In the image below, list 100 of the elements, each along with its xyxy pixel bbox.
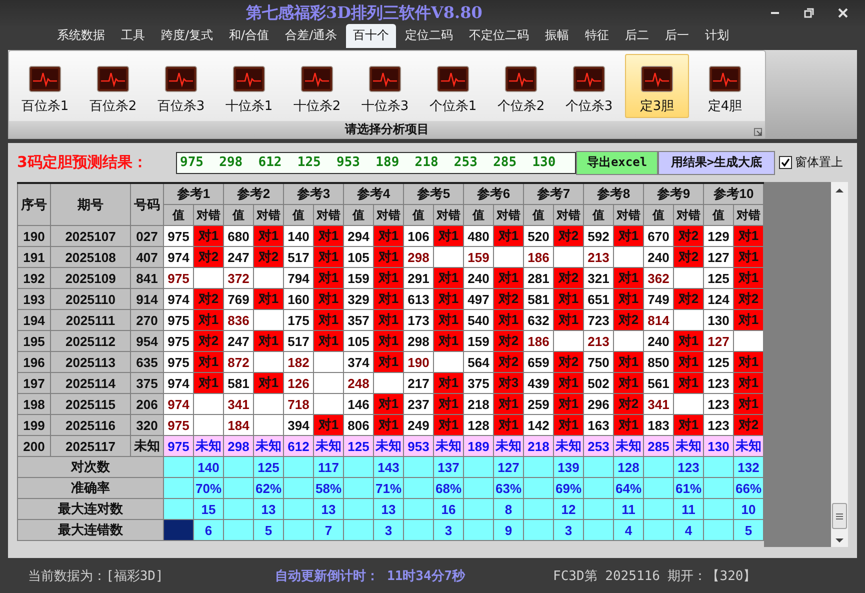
vertical-scrollbar[interactable] <box>831 182 848 547</box>
table-cell: 对1 <box>554 310 584 330</box>
table-cell: 对1 <box>494 414 524 436</box>
analysis-item-button[interactable]: 个位杀2 <box>489 54 553 118</box>
table-cell: 027 <box>130 226 164 246</box>
analysis-item-button[interactable]: 百位杀2 <box>81 54 145 118</box>
table-cell: 375 <box>130 372 164 394</box>
topmost-checkbox[interactable] <box>779 156 792 169</box>
table-cell: 对1 <box>434 226 464 246</box>
menu-tab[interactable]: 跨度/复式 <box>154 24 220 48</box>
table-cell: 对1 <box>254 288 284 310</box>
table-cell: 71% <box>374 478 404 498</box>
menu-tab[interactable]: 和/合值 <box>222 24 276 48</box>
table-cell: 192 <box>18 268 50 288</box>
table-cell: 对1 <box>674 414 704 436</box>
column-header: 对错 <box>314 204 344 226</box>
table-cell: 125 <box>254 456 284 478</box>
table-cell: 517 <box>284 330 314 352</box>
menu-tab[interactable]: 计划 <box>698 24 736 48</box>
table-cell: 对2 <box>674 226 704 246</box>
table-cell: 对1 <box>614 226 644 246</box>
table-cell: 对1 <box>194 226 224 246</box>
analysis-item-button[interactable]: 定4胆 <box>693 54 757 118</box>
table-cell: 341 <box>644 394 674 414</box>
analysis-item-button[interactable]: 个位杀3 <box>557 54 621 118</box>
table-cell: 146 <box>344 394 374 414</box>
analysis-item-button[interactable]: 十位杀3 <box>353 54 417 118</box>
table-cell: 105 <box>344 246 374 268</box>
table-cell: 2025112 <box>50 330 130 352</box>
table-cell: 对1 <box>374 330 404 352</box>
table-cell: 296 <box>584 394 614 414</box>
last-draw-text: FC3D第 2025116 期开：【320】 <box>553 568 756 584</box>
analysis-item-button[interactable]: 十位杀2 <box>285 54 349 118</box>
table-cell: 对1 <box>614 372 644 394</box>
menu-tab[interactable]: 系统数据 <box>50 24 112 48</box>
table-cell: 对1 <box>374 246 404 268</box>
table-cell: 13 <box>314 498 344 520</box>
table-cell: 对1 <box>434 268 464 288</box>
table-cell: 814 <box>644 310 674 330</box>
menu-tab[interactable]: 特征 <box>578 24 616 48</box>
table-cell: 对2 <box>554 352 584 372</box>
table-cell: 对1 <box>314 226 344 246</box>
table-cell: 128 <box>614 456 644 478</box>
table-cell: 218 <box>524 436 554 456</box>
table-cell: 对1 <box>434 414 464 436</box>
table-cell: 对1 <box>374 414 404 436</box>
table-cell: 对1 <box>314 288 344 310</box>
table-cell: 117 <box>314 456 344 478</box>
table-cell: 197 <box>18 372 50 394</box>
table-cell: 182 <box>284 352 314 372</box>
table-cell: 对1 <box>734 226 764 246</box>
table-cell: 106 <box>404 226 434 246</box>
table-cell: 最大连对数 <box>18 498 164 520</box>
heartbeat-monitor-icon <box>29 66 61 92</box>
export-excel-button[interactable]: 导出excel <box>576 150 658 174</box>
table-cell: 612 <box>284 436 314 456</box>
table-cell: 未知 <box>614 436 644 456</box>
table-cell: 253 <box>584 436 614 456</box>
column-header: 参考3 <box>284 183 344 204</box>
scrollbar-thumb[interactable] <box>832 503 847 529</box>
menu-tab[interactable]: 后二 <box>618 24 656 48</box>
table-cell: 2025109 <box>50 268 130 288</box>
table-cell: 126 <box>284 372 314 394</box>
analysis-item-button[interactable]: 个位杀1 <box>421 54 485 118</box>
table-cell: 对2 <box>494 352 524 372</box>
menu-tab[interactable]: 振幅 <box>538 24 576 48</box>
menu-tab[interactable]: 不定位二码 <box>462 24 536 48</box>
selected-cell[interactable] <box>164 520 194 540</box>
generate-button[interactable]: 用结果>生成大底 <box>658 150 775 174</box>
table-cell: 对1 <box>554 414 584 436</box>
table-cell: 对1 <box>434 288 464 310</box>
table-cell: 对1 <box>494 226 524 246</box>
analysis-item-button[interactable]: 定3胆 <box>625 54 689 118</box>
table-cell: 375 <box>464 372 494 394</box>
menu-tab[interactable]: 百十个 <box>346 24 396 48</box>
analysis-item-button[interactable]: 十位杀1 <box>217 54 281 118</box>
table-cell: 160 <box>284 288 314 310</box>
table-cell: 128 <box>464 414 494 436</box>
table-cell: 2025117 <box>50 436 130 456</box>
menu-tab[interactable]: 定位二码 <box>398 24 460 48</box>
column-header: 对错 <box>614 204 644 226</box>
menu-tab[interactable]: 后一 <box>658 24 696 48</box>
menu-tab[interactable]: 合差/通杀 <box>278 24 344 48</box>
table-cell: 517 <box>284 246 314 268</box>
analysis-item-button[interactable]: 百位杀1 <box>13 54 77 118</box>
table-cell: 3 <box>434 520 464 540</box>
table-cell: 247 <box>224 246 254 268</box>
column-header: 值 <box>644 204 674 226</box>
table-cell: 248 <box>344 372 374 394</box>
analysis-item-button[interactable]: 百位杀3 <box>149 54 213 118</box>
table-cell: 2025111 <box>50 310 130 330</box>
table-cell: 对2 <box>554 268 584 288</box>
prediction-field[interactable]: 975 298 612 125 953 189 218 253 285 130 <box>176 152 576 174</box>
table-cell: 130 <box>704 310 734 330</box>
prediction-label: 3码定胆预测结果： <box>17 153 148 172</box>
table-cell: 480 <box>464 226 494 246</box>
table-cell: 298 <box>404 330 434 352</box>
table-cell: 未知 <box>734 436 764 456</box>
column-header: 参考2 <box>224 183 284 204</box>
menu-tab[interactable]: 工具 <box>114 24 152 48</box>
